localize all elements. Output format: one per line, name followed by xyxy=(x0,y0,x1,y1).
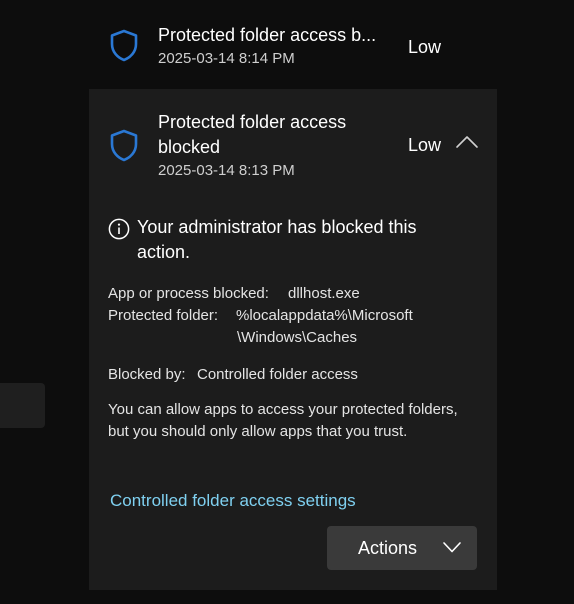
history-item-time: 2025-03-14 8:14 PM xyxy=(158,50,295,67)
history-item-title-line1: Protected folder access xyxy=(158,112,347,132)
app-blocked-label: App or process blocked: xyxy=(108,285,269,302)
info-icon xyxy=(108,218,130,240)
actions-button-label: Actions xyxy=(358,538,418,558)
shield-icon xyxy=(110,129,138,162)
shield-icon xyxy=(110,29,138,62)
allow-apps-description: You can allow apps to access your protec… xyxy=(108,401,458,440)
history-item-time: 2025-03-14 8:13 PM xyxy=(158,162,295,179)
chevron-down-icon xyxy=(443,542,461,553)
history-item-title: Protected folder access b... xyxy=(158,25,377,45)
severity-label: Low xyxy=(408,37,442,57)
history-item-expanded: Protected folder access blocked 2025-03-… xyxy=(89,89,497,590)
controlled-folder-access-settings-link[interactable]: Controlled folder access settings xyxy=(110,490,356,512)
protected-folder-value-line2: \Windows\Caches xyxy=(237,329,358,346)
severity-label: Low xyxy=(408,135,442,155)
protected-folder-value-line1: %localappdata%\Microsoft xyxy=(236,307,413,324)
protected-folder-label: Protected folder: xyxy=(108,307,219,324)
app-blocked-value: dllhost.exe xyxy=(288,285,360,302)
actions-button[interactable]: Actions xyxy=(327,526,477,570)
chevron-up-icon[interactable] xyxy=(455,135,479,149)
side-panel-stub[interactable] xyxy=(0,383,45,428)
history-item-title-line2: blocked xyxy=(158,137,221,157)
blocked-by-value: Controlled folder access xyxy=(197,366,358,383)
expanded-item-header[interactable]: Protected folder access blocked 2025-03-… xyxy=(89,89,497,189)
blocked-by-label: Blocked by: xyxy=(108,366,186,383)
history-item-collapsed[interactable]: Protected folder access b... 2025-03-14 … xyxy=(89,0,497,88)
admin-message-text: Your administrator has blocked this acti… xyxy=(137,217,417,262)
